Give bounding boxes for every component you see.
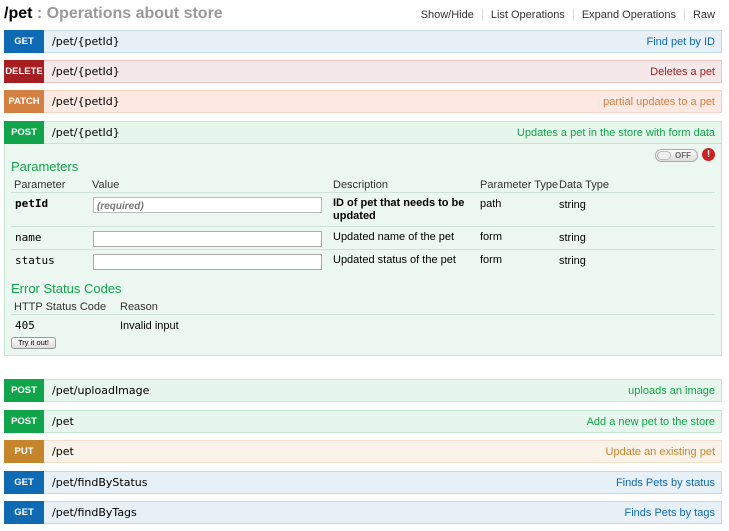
try-it-out-button[interactable]: Try it out!	[11, 337, 56, 349]
operation-post-upload-image[interactable]: POST /pet/uploadImage uploads an image	[4, 379, 722, 402]
raw-link[interactable]: Raw	[683, 9, 721, 21]
divider	[11, 226, 715, 227]
operation-summary[interactable]: Finds Pets by status	[616, 477, 715, 489]
heading-links: Show/Hide List Operations Expand Operati…	[413, 9, 721, 21]
operation-patch-pet[interactable]: PATCH /pet/{petId} partial updates to a …	[4, 90, 722, 113]
operation-summary[interactable]: Finds Pets by tags	[625, 507, 716, 519]
http-method-badge[interactable]: GET	[4, 471, 44, 494]
param-header-description: Description	[333, 179, 389, 191]
operation-path[interactable]: /pet/findByStatus	[52, 476, 147, 489]
operation-get-find-by-status[interactable]: GET /pet/findByStatus Finds Pets by stat…	[4, 471, 722, 494]
error-reason: Invalid input	[120, 320, 179, 332]
toggle-label: OFF	[675, 151, 691, 160]
show-hide-link[interactable]: Show/Hide	[413, 9, 482, 21]
http-method-badge[interactable]: PUT	[4, 440, 44, 463]
param-header-parameter-type: Parameter Type	[480, 179, 559, 191]
param-type: path	[480, 198, 502, 210]
operation-path[interactable]: /pet	[52, 445, 74, 458]
param-type: form	[480, 231, 502, 243]
operation-path[interactable]: /pet/{petId}	[52, 126, 120, 139]
http-method-badge[interactable]: GET	[4, 501, 44, 524]
operation-summary[interactable]: Deletes a pet	[650, 66, 715, 78]
parameters-title: Parameters	[11, 159, 79, 174]
operation-post-add-pet[interactable]: POST /pet Add a new pet to the store	[4, 410, 722, 433]
warning-icon[interactable]: !	[702, 148, 715, 161]
resource-title[interactable]: /pet : Operations about store	[4, 5, 223, 23]
divider	[11, 192, 715, 193]
expand-operations-link[interactable]: Expand Operations	[572, 9, 684, 21]
http-method-badge[interactable]: DELETE	[4, 60, 44, 83]
operation-path[interactable]: /pet/{petId}	[52, 95, 120, 108]
operation-summary[interactable]: uploads an image	[628, 385, 715, 397]
resource-separator: :	[32, 5, 47, 22]
resource-name[interactable]: /pet	[4, 5, 32, 22]
resource-description: Operations about store	[46, 5, 223, 22]
param-type: form	[480, 254, 502, 266]
operation-summary[interactable]: Add a new pet to the store	[587, 416, 715, 428]
operation-get-pet-by-id[interactable]: GET /pet/{petId} Find pet by ID	[4, 30, 722, 53]
operation-path[interactable]: /pet/{petId}	[52, 65, 120, 78]
divider	[11, 314, 715, 315]
operation-summary[interactable]: Update an existing pet	[606, 446, 715, 458]
divider	[11, 249, 715, 250]
operation-path[interactable]: /pet/uploadImage	[52, 384, 149, 397]
operation-post-pet-update[interactable]: POST /pet/{petId} Updates a pet in the s…	[4, 121, 722, 144]
operation-path[interactable]: /pet	[52, 415, 74, 428]
operation-summary[interactable]: Updates a pet in the store with form dat…	[517, 127, 715, 139]
http-method-badge[interactable]: GET	[4, 30, 44, 53]
param-name: petId	[15, 197, 49, 210]
param-description: Updated status of the pet	[333, 254, 456, 266]
http-method-badge[interactable]: PATCH	[4, 90, 44, 113]
name-input[interactable]	[93, 231, 322, 247]
operation-path[interactable]: /pet/findByTags	[52, 506, 137, 519]
error-code: 405	[15, 319, 35, 332]
resource-heading: /pet : Operations about store Show/Hide …	[4, 4, 725, 26]
param-name: name	[15, 231, 42, 244]
data-type: string	[559, 232, 586, 244]
status-input[interactable]	[93, 254, 322, 270]
param-header-parameter: Parameter	[14, 179, 66, 191]
toggle-knob	[657, 151, 671, 160]
param-header-value: Value	[92, 179, 120, 191]
http-method-badge[interactable]: POST	[4, 121, 44, 144]
pet-id-input[interactable]	[93, 197, 322, 213]
data-type: string	[559, 199, 586, 211]
auth-toggle-switch[interactable]: OFF	[655, 149, 698, 162]
error-header-reason: Reason	[120, 301, 158, 313]
param-name: status	[15, 254, 55, 267]
operation-delete-pet[interactable]: DELETE /pet/{petId} Deletes a pet	[4, 60, 722, 83]
data-type: string	[559, 255, 586, 267]
list-operations-link[interactable]: List Operations	[481, 9, 573, 21]
operation-summary[interactable]: partial updates to a pet	[603, 96, 715, 108]
http-method-badge[interactable]: POST	[4, 379, 44, 402]
operation-path[interactable]: /pet/{petId}	[52, 35, 120, 48]
error-status-codes-title: Error Status Codes	[11, 281, 122, 296]
param-header-data-type: Data Type	[559, 179, 609, 191]
error-header-code: HTTP Status Code	[14, 301, 107, 313]
operation-summary[interactable]: Find pet by ID	[647, 36, 715, 48]
operation-put-update-pet[interactable]: PUT /pet Update an existing pet	[4, 440, 722, 463]
operation-get-find-by-tags[interactable]: GET /pet/findByTags Finds Pets by tags	[4, 501, 722, 524]
param-description: ID of pet that needs to be updated	[333, 197, 465, 222]
param-description: Updated name of the pet	[333, 231, 455, 243]
operation-content: OFF ! Parameters Parameter Value Descrip…	[4, 144, 722, 356]
http-method-badge[interactable]: POST	[4, 410, 44, 433]
